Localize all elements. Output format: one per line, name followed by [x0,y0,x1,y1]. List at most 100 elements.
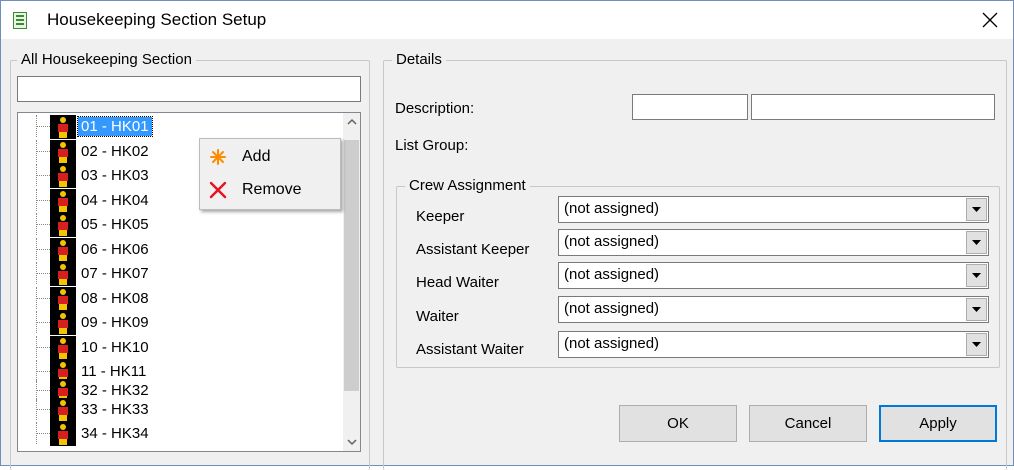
ok-button[interactable]: OK [619,405,737,442]
tree-connector [36,409,50,410]
tree-connector [36,175,50,176]
tree-item-label: 10 - HK10 [81,339,149,356]
tree-item[interactable]: 01 - HK01 [18,115,344,139]
dropdown-button[interactable] [966,264,987,287]
crew-assignment-value: (not assigned) [564,233,660,250]
title-bar: Housekeeping Section Setup [1,1,1013,39]
tree-item-label: 33 - HK33 [81,401,149,418]
tree-connector [36,322,50,323]
housekeeper-icon [50,336,76,360]
triangle-down-icon [972,342,981,347]
tree-item-label: 03 - HK03 [81,167,149,184]
menu-remove-label: Remove [242,181,302,198]
menu-item-remove[interactable]: Remove [200,174,340,206]
dropdown-button[interactable] [966,333,987,356]
housekeeper-icon [50,164,76,188]
close-button[interactable] [967,1,1013,39]
crew-assignment-select[interactable]: (not assigned) [558,331,989,358]
tree-item-label: 08 - HK08 [81,290,149,307]
housekeeping-section-setup-window: Housekeeping Section Setup All Housekeep… [0,0,1014,470]
housekeeper-icon [50,115,76,139]
menu-add-label: Add [242,148,271,165]
tree-connector [36,433,50,434]
crew-assignment-value: (not assigned) [564,266,660,283]
cancel-button[interactable]: Cancel [749,405,867,442]
asterisk-icon [210,149,226,165]
crew-role-label: Assistant Waiter [416,341,524,358]
dropdown-button[interactable] [966,198,987,221]
tree-connector [36,126,50,127]
crew-role-label: Keeper [416,208,465,225]
list-group-label: List Group: [395,137,469,154]
x-mark-icon [209,181,227,199]
crew-assignment-select[interactable]: (not assigned) [558,229,989,256]
housekeeper-icon [50,311,76,335]
housekeeper-icon [50,238,76,262]
crew-role-label: Head Waiter [416,274,499,291]
crew-assignment-select[interactable]: (not assigned) [558,262,989,289]
tree-item-label: 05 - HK05 [81,216,149,233]
housekeeper-icon [50,287,76,311]
crew-assignment-select[interactable]: (not assigned) [558,296,989,323]
chevron-down-icon [346,439,357,446]
tree-item[interactable]: 33 - HK33 [18,398,344,422]
housekeeper-icon [50,398,76,422]
triangle-down-icon [972,307,981,312]
all-sections-legend: All Housekeeping Section [17,51,196,69]
crew-assignment-legend: Crew Assignment [405,177,530,195]
tree-item[interactable]: 09 - HK09 [18,311,344,335]
triangle-down-icon [972,207,981,212]
chevron-up-icon [346,118,357,125]
document-icon [13,12,27,29]
window-title: Housekeeping Section Setup [47,10,267,29]
scroll-up-button[interactable] [343,113,360,130]
details-legend: Details [392,51,446,69]
tree-item-label: 02 - HK02 [81,143,149,160]
tree-connector [36,347,50,348]
housekeeper-icon [50,140,76,164]
tree-item[interactable]: 07 - HK07 [18,262,344,286]
description-label: Description: [395,100,475,117]
tree-item-label: 01 - HK01 [77,116,153,137]
tree-connector [36,298,50,299]
tree-connector [36,390,50,391]
context-menu: Add Remove [199,138,341,210]
tree-item[interactable]: 08 - HK08 [18,287,344,311]
tree-connector [36,273,50,274]
tree-connector [36,151,50,152]
tree-item-label: 34 - HK34 [81,425,149,442]
crew-role-label: Assistant Keeper [416,241,530,258]
tree-item[interactable]: 06 - HK06 [18,238,344,262]
dropdown-button[interactable] [966,298,987,321]
crew-assignment-value: (not assigned) [564,300,660,317]
tree-connector [36,371,50,372]
triangle-down-icon [972,273,981,278]
scroll-down-button[interactable] [343,434,360,451]
tree-item-label: 04 - HK04 [81,192,149,209]
tree-item[interactable]: 05 - HK05 [18,213,344,237]
housekeeper-icon [50,189,76,213]
tree-item-label: 07 - HK07 [81,265,149,282]
close-icon [982,12,998,28]
scroll-thumb[interactable] [344,140,359,391]
section-filter-input[interactable] [17,76,361,102]
description-text-input[interactable] [751,94,995,120]
apply-button[interactable]: Apply [879,405,997,442]
housekeeper-icon [50,262,76,286]
tree-item[interactable]: 34 - HK34 [18,422,344,446]
dropdown-button[interactable] [966,231,987,254]
crew-assignment-select[interactable]: (not assigned) [558,196,989,223]
tree-connector [36,249,50,250]
triangle-down-icon [972,240,981,245]
description-code-input[interactable] [632,94,748,120]
tree-scrollbar[interactable] [343,113,360,451]
housekeeper-icon [50,422,76,446]
tree-item[interactable]: 10 - HK10 [18,336,344,360]
tree-connector [36,200,50,201]
housekeeper-icon [50,213,76,237]
crew-assignment-value: (not assigned) [564,335,660,352]
menu-item-add[interactable]: Add [200,141,340,173]
tree-item-label: 09 - HK09 [81,314,149,331]
crew-role-label: Waiter [416,308,459,325]
crew-assignment-value: (not assigned) [564,200,660,217]
